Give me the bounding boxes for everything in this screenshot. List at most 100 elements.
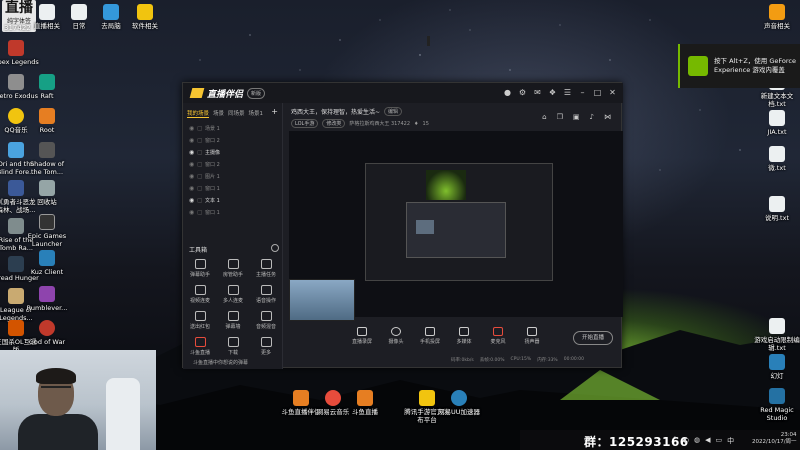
version-tag[interactable]: 新版 [247,87,266,99]
desktop-icon-slides[interactable]: 幻灯 [754,354,800,380]
tool-streamer-task[interactable]: 主播任务 [251,259,281,278]
chevron-up-icon[interactable]: ^ [672,436,678,446]
desktop-icon-software[interactable]: 软件相关 [122,4,168,30]
desktop-icon-douyu[interactable]: 斗鱼直播 [342,390,388,416]
desktop-icon-game-limit[interactable]: 游戏启动限制编辑.txt [754,318,800,352]
lock-icon[interactable]: ▢ [197,197,205,204]
app-tray-icon[interactable]: ◐ [683,436,689,446]
tool-multi-link[interactable]: 多人连麦 [218,285,248,304]
text-file-icon [769,146,785,162]
tool-red-packet[interactable]: 送出红包 [185,311,215,330]
group-icon [227,285,239,295]
desktop-icon-shadow-tomb[interactable]: Shadow of the Tom... [24,142,70,176]
tab-my-scene[interactable]: 我的场景 [187,109,210,118]
desktop-icon-epic[interactable]: Epic Games Launcher [24,214,70,248]
close-icon[interactable]: ✕ [608,88,617,97]
desktop-icon-recycle-bin[interactable]: 回收站 [24,180,70,206]
desktop-icon-jia-txt[interactable]: JIA.txt [754,110,800,136]
lock-icon[interactable]: ▢ [197,173,205,180]
lock-icon[interactable]: ▢ [197,137,205,144]
desktop-icon-raft[interactable]: Raft [24,74,70,100]
bag-icon[interactable]: ▣ [573,113,580,121]
app-titlebar[interactable]: 直播伴侣 新版 ● ⚙ ✉ ❖ ☰ – □ ✕ [183,83,623,103]
tool-room-admin[interactable]: 房管助手 [218,259,248,278]
eye-icon[interactable]: ◉ [189,125,197,132]
tool-douyu-live[interactable]: 斗鱼直播 [185,337,215,356]
desktop-icon-uu-accelerator[interactable]: 网易UU加速器 [436,390,482,416]
tool-danmu-wall[interactable]: 弹幕墙 [218,311,248,330]
layer-item[interactable]: ◉ ▢ 主摄像 [183,146,282,158]
desktop-icon-sound[interactable]: 声音相关 [754,4,800,30]
desktop-icon-root[interactable]: Root [24,108,70,134]
layer-item[interactable]: ◉ ▢ 窗口 2 [183,158,282,170]
desktop-icon-red-magic[interactable]: Red Magic Studio [754,388,800,422]
category-edit-chip[interactable]: 修改类 [322,119,346,128]
share-icon[interactable]: ⋈ [604,113,611,121]
ime-icon[interactable]: 中 [727,436,734,446]
battery-icon[interactable]: ▭ [715,436,722,446]
tab-scene-1[interactable]: 场景1 [249,109,264,118]
taskbar-clock[interactable]: 23:04 2022/10/17/周一 [752,432,797,446]
camera-button[interactable]: 摄像头 [383,327,409,345]
eye-icon[interactable]: ◉ [189,185,197,192]
lock-icon[interactable]: ▢ [197,161,205,168]
lock-icon[interactable]: ▢ [197,209,205,216]
menu-icon[interactable]: ☰ [563,88,572,97]
avatar-icon[interactable]: ● [503,88,512,97]
tool-video-link[interactable]: 视频连麦 [185,285,215,304]
desktop-icon-shuoming[interactable]: 说明.txt [754,196,800,222]
tab-same-scene[interactable]: 同场景 [228,109,245,118]
lock-icon[interactable]: ▢ [197,185,205,192]
eye-icon[interactable]: ◉ [189,173,197,180]
desktop-icon-kuz[interactable]: Kuz Client [24,250,70,276]
toolbox-settings-icon[interactable] [271,244,279,252]
tool-more[interactable]: 更多 [251,337,281,356]
start-live-button[interactable]: 开始直播 [573,331,613,345]
desktop-icon-god-of-war[interactable]: God of War [24,320,70,346]
edit-title-button[interactable]: 编辑 [384,107,403,116]
tool-danmu-helper[interactable]: 弹幕助手 [185,259,215,278]
settings-icon[interactable]: ⚙ [518,88,527,97]
screen-icon [357,327,367,336]
eye-icon[interactable]: ◉ [189,137,197,144]
tool-voice[interactable]: 语音操作 [251,285,281,304]
multimedia-button[interactable]: 多媒体 [451,327,477,345]
layer-item[interactable]: ◉ ▢ 场景 1 [183,122,282,134]
camera-preview[interactable] [289,279,355,321]
network-icon[interactable]: ◍ [694,436,700,446]
speaker-button[interactable]: 扬声器 [519,327,545,345]
gift-box-icon[interactable]: ❒ [557,113,563,121]
live-companion-window[interactable]: 直播伴侣 新版 ● ⚙ ✉ ❖ ☰ – □ ✕ 我的场景 场景 同场景 场景1 … [182,82,623,369]
eye-icon[interactable]: ◉ [189,149,197,156]
eye-icon[interactable]: ◉ [189,209,197,216]
phone-cast-button[interactable]: 手机投屏 [417,327,443,345]
desktop-icon-rumbleverse[interactable]: Rumblever... [24,286,70,312]
add-scene-icon[interactable]: + [271,108,278,118]
geforce-notification[interactable]: 按下 Alt+Z，使用 GeForce Experience 游戏内覆盖 [678,44,800,88]
tool-audio-mix[interactable]: 音频混音 [251,311,281,330]
tab-scene[interactable]: 场景 [213,109,224,118]
message-icon[interactable]: ✉ [533,88,542,97]
lock-icon[interactable]: ▢ [197,125,205,132]
layer-item[interactable]: ◉ ▢ 窗口 2 [183,134,282,146]
lock-icon[interactable]: ▢ [197,149,205,156]
tool-download[interactable]: 下载 [218,337,248,356]
window-controls: ● ⚙ ✉ ❖ ☰ – □ ✕ [503,88,617,97]
category-chip[interactable]: LOL手游 [291,119,319,128]
screen-record-button[interactable]: 直播录屏 [349,327,375,345]
layer-item[interactable]: ◉ ▢ 窗口 1 [183,182,282,194]
eye-icon[interactable]: ◉ [189,161,197,168]
maximize-icon[interactable]: □ [593,88,602,97]
notification-icon[interactable]: ♪ [590,113,594,121]
volume-icon[interactable]: ◀ [705,436,710,446]
gift-icon[interactable]: ❖ [548,88,557,97]
layer-item[interactable]: ◉ ▢ 窗口 1 [183,206,282,218]
desktop-icon-wei-txt[interactable]: 微.txt [754,146,800,172]
microphone-button[interactable]: 麦克风 [485,327,511,345]
shop-icon[interactable]: ⌂ [542,113,546,121]
layer-item[interactable]: ◉ ▢ 图片 1 [183,170,282,182]
eye-icon[interactable]: ◉ [189,197,197,204]
minimize-icon[interactable]: – [578,88,587,97]
layer-item[interactable]: ◉ ▢ 文本 1 [183,194,282,206]
desktop-icon-apex[interactable]: Apex Legends [0,40,39,66]
